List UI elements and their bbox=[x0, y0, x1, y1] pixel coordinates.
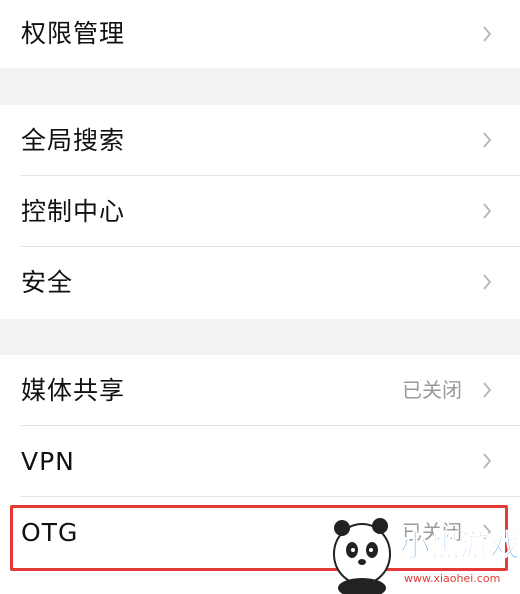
panda-mascot-icon bbox=[333, 518, 391, 594]
settings-item-permission-management[interactable]: 权限管理 bbox=[0, 0, 520, 68]
settings-item-label: 控制中心 bbox=[21, 197, 126, 226]
chevron-right-icon bbox=[483, 453, 492, 469]
chevron-right-icon bbox=[483, 26, 492, 42]
chevron-right-icon bbox=[483, 274, 492, 290]
settings-item-security[interactable]: 安全 bbox=[0, 247, 520, 318]
settings-item-label: 安全 bbox=[21, 268, 74, 297]
chevron-right-icon bbox=[483, 382, 492, 398]
chevron-right-icon bbox=[483, 132, 492, 148]
settings-item-global-search[interactable]: 全局搜索 bbox=[0, 105, 520, 176]
settings-item-media-sharing[interactable]: 媒体共享 已关闭 bbox=[0, 355, 520, 426]
settings-item-label: 权限管理 bbox=[21, 19, 126, 48]
chevron-right-icon bbox=[483, 203, 492, 219]
settings-group-permissions: 权限管理 bbox=[0, 0, 520, 68]
settings-item-control-center[interactable]: 控制中心 bbox=[0, 176, 520, 247]
settings-item-label: 全局搜索 bbox=[21, 126, 126, 155]
settings-item-label: 媒体共享 bbox=[21, 376, 126, 405]
settings-item-vpn[interactable]: VPN bbox=[0, 426, 520, 497]
watermark-logo: 小黑游戏 www.xiaohei.com bbox=[333, 518, 520, 594]
watermark-title: 小黑游戏 bbox=[400, 529, 520, 564]
settings-item-label: VPN bbox=[21, 447, 75, 476]
settings-item-status: 已关闭 bbox=[402, 378, 462, 402]
watermark-url: www.xiaohei.com bbox=[404, 572, 500, 585]
settings-group-system: 全局搜索 控制中心 安全 bbox=[0, 105, 520, 319]
